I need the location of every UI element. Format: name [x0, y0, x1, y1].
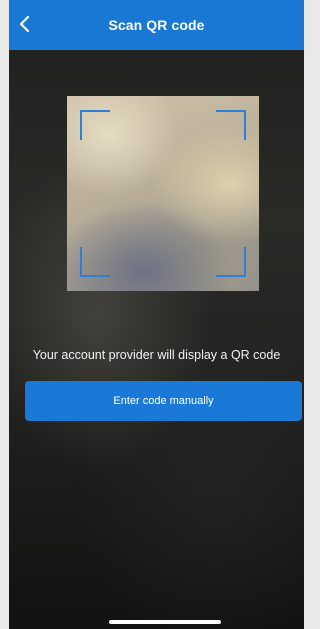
app-header: Scan QR code [9, 0, 304, 50]
enter-code-manually-button[interactable]: Enter code manually [25, 381, 302, 421]
scan-instruction: Your account provider will display a QR … [32, 348, 281, 362]
qr-scan-frame [67, 96, 259, 291]
home-indicator [109, 620, 221, 624]
scan-corner-top-left [80, 110, 110, 140]
back-button[interactable] [11, 10, 39, 38]
scan-corner-bottom-right [216, 247, 246, 277]
scan-screen: Scan QR code Your account provider will … [9, 0, 304, 629]
chevron-left-icon [19, 15, 30, 33]
scan-corner-top-right [216, 110, 246, 140]
scan-corner-bottom-left [80, 247, 110, 277]
page-title: Scan QR code [108, 17, 205, 33]
